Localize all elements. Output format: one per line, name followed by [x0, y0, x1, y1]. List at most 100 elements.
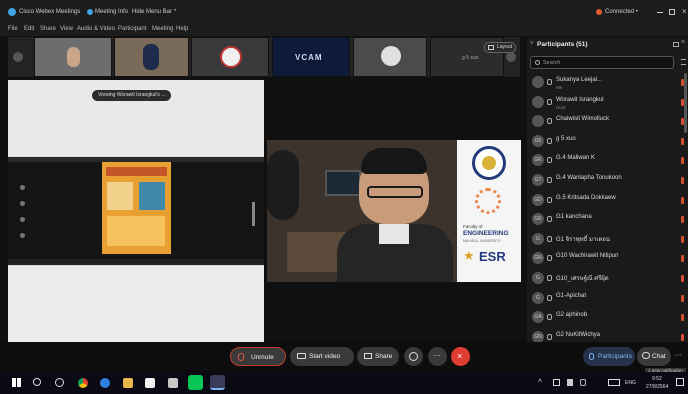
menu-item-participant[interactable]: Participant — [118, 26, 146, 32]
store-icon[interactable] — [145, 378, 155, 388]
sort-icon[interactable] — [681, 59, 686, 65]
webex-app-icon[interactable] — [210, 375, 225, 390]
participant-row[interactable]: GK G.4 Maliwan K — [527, 151, 688, 171]
windows-start-icon[interactable] — [12, 378, 21, 387]
tray-icon[interactable] — [580, 379, 586, 386]
volume-icon[interactable] — [567, 379, 573, 386]
microphone-muted-icon[interactable] — [547, 255, 552, 262]
menu-item-edit[interactable]: Edit — [24, 26, 34, 32]
participant-row[interactable]: G5 g 5 xuo — [527, 132, 688, 152]
panel-scrollbar[interactable] — [684, 73, 687, 133]
keyboard-icon[interactable] — [608, 379, 620, 386]
unmute-button[interactable]: Unmute — [230, 347, 286, 366]
popout-icon[interactable] — [673, 42, 679, 47]
menu-item-view[interactable]: View — [60, 26, 73, 32]
chrome-icon[interactable] — [78, 378, 88, 388]
microphone-muted-icon[interactable] — [547, 216, 552, 223]
microphone-muted-icon[interactable] — [547, 177, 552, 183]
video-thumbnail[interactable] — [191, 37, 269, 77]
tray-chevron-icon[interactable]: ˄ — [538, 378, 542, 385]
shared-screen: Viewing Worawit Israngkul's ... — [8, 80, 264, 344]
search-icon[interactable] — [33, 378, 41, 386]
microphone-muted-icon[interactable] — [547, 157, 552, 164]
participant-row[interactable]: G G1 จิราพุทธิ์ มาเตอน — [527, 230, 688, 250]
participant-row[interactable]: Worawit Israngkul Host — [527, 93, 688, 113]
microphone-muted-icon[interactable] — [547, 314, 552, 321]
reactions-button[interactable] — [404, 347, 423, 366]
layout-icon — [488, 45, 494, 50]
scroll-left-button[interactable] — [13, 52, 23, 62]
meeting-info-button[interactable]: Meeting Info — [95, 9, 128, 15]
avatar: GK — [532, 154, 544, 167]
chevron-down-icon[interactable]: ˅ — [530, 41, 534, 47]
viewing-banner: Viewing Worawit Israngkul's ... — [92, 90, 172, 101]
microphone-muted-icon[interactable] — [547, 196, 552, 203]
avatar: G — [532, 291, 544, 304]
microphone-muted-icon[interactable] — [547, 235, 552, 242]
line-app-icon[interactable] — [188, 375, 203, 390]
start-video-button[interactable]: Start video — [290, 347, 354, 366]
clock-time[interactable]: 9:52 — [652, 376, 662, 382]
file-explorer-icon[interactable] — [123, 378, 133, 388]
participant-row[interactable]: Sukanya Leejal... Me — [527, 73, 688, 93]
participant-row[interactable]: GD G.5 Kritsada Dokkaew — [527, 191, 688, 211]
menu-item-meeting[interactable]: Meeting — [152, 26, 173, 32]
share-button[interactable]: Share — [357, 347, 399, 366]
participants-button[interactable]: Participants — [583, 347, 635, 366]
microphone-muted-icon[interactable] — [547, 98, 552, 105]
connection-status-icon — [681, 177, 684, 184]
video-thumbnail[interactable] — [353, 37, 427, 77]
share-scrollbar[interactable] — [252, 202, 255, 226]
scroll-right-button[interactable] — [506, 52, 516, 62]
participant-search[interactable]: Search — [530, 56, 674, 69]
participant-row[interactable]: GK G1 kanchana — [527, 210, 688, 230]
more-panels-button[interactable]: ··· — [673, 347, 686, 366]
more-options-button[interactable]: ··· — [428, 347, 447, 366]
hide-menu-bar-button[interactable]: Hide Menu Bar ^ — [132, 9, 177, 15]
avatar — [143, 44, 159, 70]
minimize-button[interactable] — [657, 12, 663, 13]
avatar: GN — [532, 252, 544, 265]
menu-item-share[interactable]: Share — [40, 26, 56, 32]
edge-icon[interactable] — [100, 378, 110, 388]
language-indicator[interactable]: ENG — [625, 380, 636, 386]
clock-date[interactable]: 27/8/2564 — [646, 384, 668, 390]
settings-app-icon[interactable] — [168, 378, 178, 388]
participant-row[interactable]: G G10_เศรษฐ์ณี ศรีผุ้ด — [527, 269, 688, 289]
video-thumbnail[interactable]: VCAM — [272, 37, 350, 77]
task-view-icon[interactable] — [55, 378, 64, 387]
menu-item-file[interactable]: File — [8, 26, 18, 32]
microphone-muted-icon[interactable] — [547, 137, 552, 144]
microphone-muted-icon[interactable] — [547, 275, 552, 281]
participant-row[interactable]: GT G.4 Wanlapha Tonukoon — [527, 171, 688, 191]
search-input[interactable]: Search — [543, 60, 560, 66]
meeting-info-icon[interactable] — [87, 9, 93, 15]
lamp-shape — [267, 150, 299, 220]
connected-status[interactable]: Connected • — [605, 9, 638, 15]
participant-row[interactable]: GA G2 aphinob — [527, 308, 688, 328]
video-thumbnail[interactable] — [34, 37, 112, 77]
maximize-button[interactable] — [669, 9, 675, 15]
action-center-icon[interactable] — [676, 378, 684, 386]
microphone-muted-icon[interactable] — [547, 294, 552, 301]
video-thumbnail[interactable] — [114, 37, 189, 77]
title-bar: Cisco Webex Meetings Meeting Info Hide M… — [0, 0, 688, 24]
microphone-muted-icon[interactable] — [547, 118, 552, 125]
smiley-icon — [409, 352, 418, 361]
microphone-muted-icon[interactable] — [547, 333, 552, 340]
network-icon[interactable] — [553, 379, 560, 386]
chat-button[interactable]: Chat — [637, 347, 671, 366]
microphone-muted-icon[interactable] — [547, 79, 552, 85]
menu-item-audio-video[interactable]: Audio & Video — [77, 26, 115, 32]
share-screen-icon — [364, 353, 372, 359]
close-icon[interactable]: × — [682, 7, 687, 16]
participant-row[interactable]: GN G10 Wachirawit Nitipun — [527, 249, 688, 269]
participant-row[interactable]: Chaiwisit Wimolluck — [527, 112, 688, 132]
end-meeting-button[interactable]: × — [451, 347, 470, 366]
connected-icon — [596, 9, 602, 15]
participant-row[interactable]: G G1-Apichat — [527, 289, 688, 309]
unmute-label: Unmute — [251, 354, 274, 361]
menu-item-help[interactable]: Help — [176, 26, 188, 32]
avatar: G — [532, 232, 544, 245]
close-icon[interactable]: × — [681, 39, 685, 46]
